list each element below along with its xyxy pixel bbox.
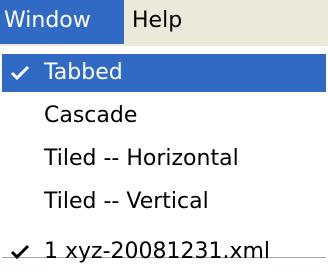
checkmark-icon [10, 65, 30, 81]
menu-item-document[interactable]: 1 xyz-20081231.xml [2, 233, 326, 271]
menu-item-label: 1 xyz-20081231.xml [44, 239, 271, 264]
menu-item-label: Tiled -- Vertical [44, 189, 209, 214]
menu-item-label: Cascade [44, 103, 138, 128]
window-menu-dropdown: Tabbed Cascade Tiled -- Horizontal Tiled… [0, 46, 328, 278]
menu-item-cascade[interactable]: Cascade [2, 97, 326, 135]
menu-item-tabbed[interactable]: Tabbed [2, 54, 326, 92]
checkmark-icon [10, 244, 30, 260]
menu-item-tiled-vertical[interactable]: Tiled -- Vertical [2, 183, 326, 221]
menu-item-label: Tiled -- Horizontal [44, 146, 239, 171]
menu-item-label: Tabbed [44, 60, 123, 85]
menu-help[interactable]: Help [124, 0, 194, 44]
menu-window[interactable]: Window [0, 0, 124, 44]
menu-bar: Window Help [0, 0, 328, 46]
menu-item-tiled-horizontal[interactable]: Tiled -- Horizontal [2, 140, 326, 178]
